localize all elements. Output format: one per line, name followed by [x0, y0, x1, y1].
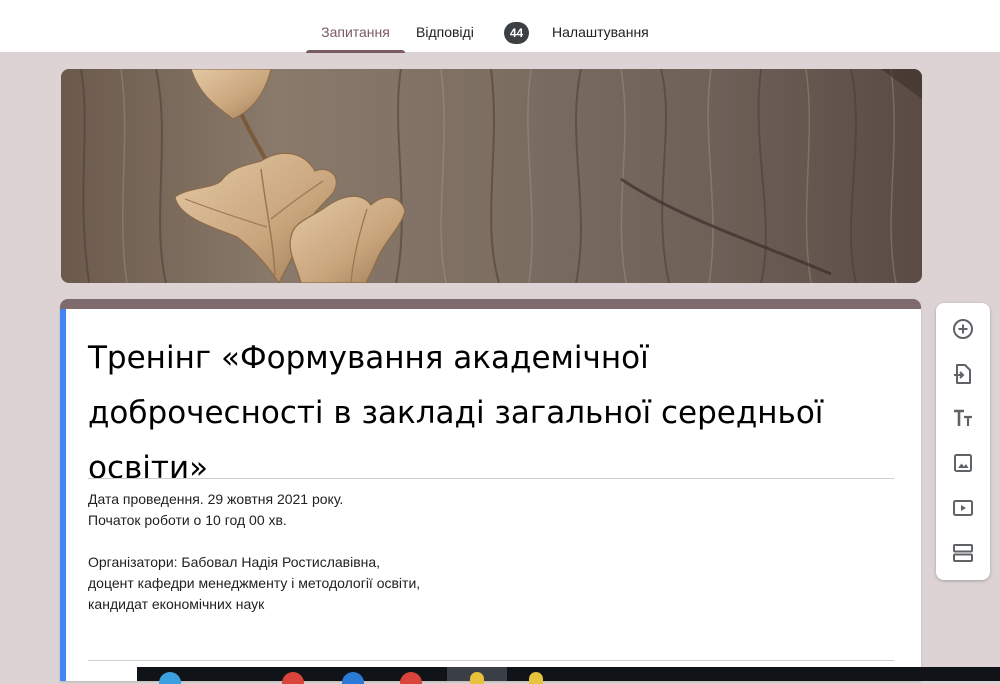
form-description[interactable]: Дата проведення. 29 жовтня 2021 року. По… [88, 489, 888, 615]
add-image-button[interactable] [948, 448, 978, 478]
selected-card-indicator [60, 309, 66, 681]
add-title-button[interactable] [948, 403, 978, 433]
bark-with-leaves-picture [61, 69, 922, 283]
taskbar-app-icon[interactable] [400, 672, 422, 684]
add-section-icon [953, 544, 973, 562]
description-line: доцент кафедри менеджменту і методології… [88, 575, 421, 591]
import-questions-icon [954, 364, 971, 384]
import-questions-button[interactable] [948, 359, 978, 389]
add-section-button[interactable] [948, 538, 978, 568]
add-question-icon [953, 319, 973, 339]
taskbar-app-icon[interactable] [159, 672, 181, 684]
form-title-card[interactable]: Тренінг «Формування академічної доброчес… [60, 299, 921, 681]
add-image-icon [954, 454, 972, 472]
add-video-button[interactable] [948, 493, 978, 523]
description-line: Початок роботи о 10 год 00 хв. [88, 512, 287, 528]
taskbar-app-icon[interactable] [282, 672, 304, 684]
os-taskbar [137, 667, 1000, 684]
description-blank-line [88, 531, 888, 552]
description-line: Дата проведення. 29 жовтня 2021 року. [88, 491, 344, 507]
tab-responses[interactable]: Відповіді 44 [416, 0, 536, 53]
description-line: кандидат економічних наук [88, 596, 265, 612]
taskbar-app-icon[interactable] [529, 672, 543, 684]
taskbar-app-icon[interactable] [342, 672, 364, 684]
tab-responses-label: Відповіді [416, 24, 474, 40]
tab-settings[interactable]: Налаштування [552, 0, 672, 53]
taskbar-app-icon[interactable] [470, 672, 484, 684]
description-line: Організатори: Бабовал Надія Ростиславівн… [88, 554, 381, 570]
add-video-icon [953, 500, 973, 516]
add-title-icon [954, 409, 972, 426]
title-divider [88, 478, 894, 479]
tab-questions-label: Запитання [321, 24, 390, 40]
theme-color-bar [60, 299, 921, 309]
tab-settings-label: Налаштування [552, 24, 649, 40]
responses-count-badge: 44 [504, 22, 529, 44]
tab-questions[interactable]: Запитання [306, 0, 405, 53]
form-header-image [61, 69, 922, 283]
description-divider [88, 660, 894, 661]
floating-toolbar [936, 303, 990, 580]
form-title[interactable]: Тренінг «Формування академічної доброчес… [88, 331, 878, 496]
add-question-button[interactable] [948, 314, 978, 344]
form-editor-tabs: Запитання Відповіді 44 Налаштування [0, 0, 1000, 53]
